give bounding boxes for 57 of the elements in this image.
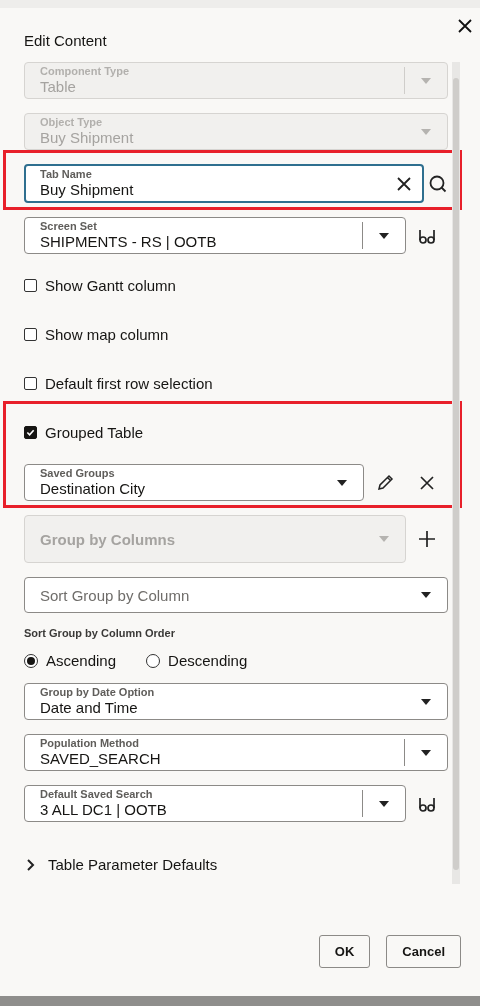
- checkbox[interactable]: [24, 328, 37, 341]
- field-value: Destination City: [40, 480, 146, 498]
- field-label: Object Type: [40, 116, 103, 129]
- field-label: Group by Date Option: [40, 686, 155, 699]
- dropdown-field[interactable]: Screen Set SHIPMENTS - RS | OOTB: [24, 217, 406, 254]
- caret-icon: [379, 536, 389, 542]
- radio-button[interactable]: [24, 653, 38, 668]
- dropdown-field[interactable]: Saved Groups Destination City: [24, 464, 364, 501]
- field-label: Tab Name: [40, 168, 92, 181]
- field-placeholder: Sort Group by Column: [40, 586, 190, 604]
- clear-icon[interactable]: [396, 175, 412, 192]
- radio-label: Ascending: [46, 652, 117, 669]
- text-field[interactable]: Tab Name Buy Shipment: [24, 164, 424, 203]
- dropdown-field[interactable]: Sort Group by Column: [24, 577, 448, 613]
- checkbox-label: Grouped Table: [45, 424, 144, 441]
- caret-icon: [337, 479, 347, 486]
- checkbox[interactable]: [24, 377, 37, 390]
- checkbox-label: Show map column: [45, 326, 169, 343]
- edit-icon[interactable]: [375, 472, 395, 493]
- caret-icon: [421, 128, 431, 135]
- dropdown-field[interactable]: Default Saved Search 3 ALL DC1 | OOTB: [24, 785, 406, 822]
- chevron-icon[interactable]: [26, 857, 36, 872]
- field-label: Saved Groups: [40, 467, 115, 480]
- field-value: 3 ALL DC1 | OOTB: [40, 801, 167, 819]
- caret-icon: [421, 698, 431, 705]
- field-placeholder: Group by Columns: [40, 530, 175, 548]
- checkbox[interactable]: [24, 279, 37, 292]
- checkbox-label: Show Gantt column: [45, 277, 176, 294]
- radio-button[interactable]: [146, 653, 161, 668]
- checkbox[interactable]: [24, 426, 37, 439]
- field-label: Screen Set: [40, 220, 97, 233]
- dropdown-field[interactable]: Population Method SAVED_SEARCH: [24, 734, 448, 771]
- checkbox-label: Default first row selection: [45, 375, 213, 392]
- dialog-button[interactable]: OK: [318, 935, 371, 968]
- dropdown-field[interactable]: Group by Date Option Date and Time: [24, 683, 448, 720]
- scrollbar[interactable]: [452, 62, 460, 884]
- caret-icon: [421, 749, 431, 756]
- field-label: Default Saved Search: [40, 788, 153, 801]
- caret-icon: [421, 77, 431, 84]
- field-value: SHIPMENTS - RS | OOTB: [40, 233, 217, 251]
- field-value: SAVED_SEARCH: [40, 750, 161, 768]
- field-value: Date and Time: [40, 699, 138, 717]
- caret-icon: [379, 232, 389, 239]
- field-value: Buy Shipment: [40, 129, 134, 147]
- search-icon[interactable]: [428, 173, 448, 194]
- caret-icon: [421, 592, 431, 598]
- dialog-title: Edit Content: [24, 32, 107, 49]
- field-label: Component Type: [40, 65, 129, 78]
- caret-icon: [379, 800, 389, 807]
- group-label: Sort Group by Column Order: [24, 627, 176, 639]
- field-value: Table: [40, 78, 76, 96]
- dialog-button[interactable]: Cancel: [386, 935, 461, 968]
- add-icon[interactable]: [417, 529, 437, 549]
- radio-label: Descending: [168, 652, 248, 669]
- field-value: Buy Shipment: [40, 181, 134, 199]
- field-label: Population Method: [40, 737, 139, 750]
- section-header[interactable]: Table Parameter Defaults: [48, 856, 218, 873]
